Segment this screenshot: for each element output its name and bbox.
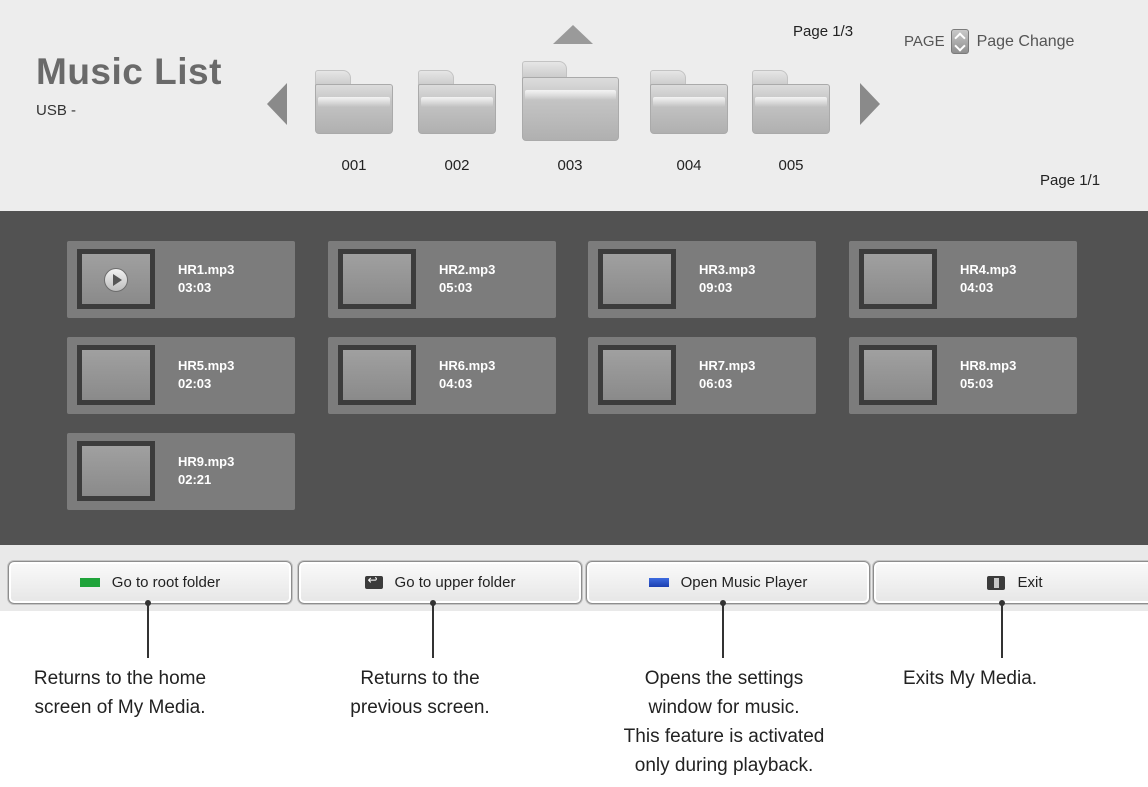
file-name: HR3.mp3 <box>699 262 756 277</box>
file-duration: 05:03 <box>439 280 473 295</box>
folder-label: 001 <box>341 157 367 174</box>
file-name: HR1.mp3 <box>178 262 235 277</box>
button-label: Go to root folder <box>111 574 221 591</box>
music-thumbnail <box>338 345 416 405</box>
callout-exit: Exits My Media. <box>880 664 1060 693</box>
callout-text: This feature is activated <box>623 726 825 747</box>
callout-line <box>147 603 149 658</box>
music-thumbnail <box>77 249 155 309</box>
file-tile[interactable]: HR4.mp3 04:03 <box>849 241 1077 318</box>
folder-label: 004 <box>676 157 702 174</box>
button-label: Exit <box>1017 574 1043 591</box>
callout-text: screen of My Media. <box>34 697 206 718</box>
page-change-hint: PAGE Page Change <box>904 29 1074 54</box>
file-tile[interactable]: HR7.mp3 06:03 <box>588 337 816 414</box>
callout-text: Returns to the <box>360 668 480 689</box>
open-music-player-button[interactable]: Open Music Player <box>586 561 870 604</box>
scroll-up-arrow-icon[interactable] <box>553 25 593 44</box>
music-thumbnail <box>77 345 155 405</box>
file-name: HR7.mp3 <box>699 358 756 373</box>
file-duration: 04:03 <box>960 280 994 295</box>
file-duration: 06:03 <box>699 376 733 391</box>
back-key-icon <box>364 573 383 589</box>
folder-label: 003 <box>557 157 583 174</box>
folder-item[interactable] <box>650 70 728 134</box>
callout-upper-folder: Returns to the previous screen. <box>320 664 520 722</box>
file-tile[interactable]: HR2.mp3 05:03 <box>328 241 556 318</box>
callout-text: Exits My Media. <box>902 668 1038 689</box>
page-title: Music List <box>36 51 222 92</box>
file-duration: 04:03 <box>439 376 473 391</box>
button-label: Open Music Player <box>680 574 808 591</box>
file-duration: 09:03 <box>699 280 733 295</box>
green-key-icon <box>79 578 100 587</box>
file-grid: HR1.mp3 03:03 HR2.mp3 05:03 HR3.mp3 09:0… <box>0 211 1148 545</box>
file-tile[interactable]: HR5.mp3 02:03 <box>67 337 295 414</box>
go-to-upper-folder-button[interactable]: Go to upper folder <box>298 561 582 604</box>
folder-item-selected[interactable] <box>522 61 619 141</box>
callout-line <box>722 603 724 658</box>
folder-item[interactable] <box>418 70 496 134</box>
blue-key-icon <box>648 578 669 587</box>
play-icon <box>104 268 128 292</box>
folder-item[interactable] <box>752 70 830 134</box>
callout-line <box>432 603 434 658</box>
file-name: HR9.mp3 <box>178 454 235 469</box>
file-duration: 05:03 <box>960 376 994 391</box>
file-name: HR4.mp3 <box>960 262 1017 277</box>
music-thumbnail <box>859 345 937 405</box>
button-bar: Go to root folder Go to upper folder Ope… <box>0 545 1148 611</box>
folder-item[interactable] <box>315 70 393 134</box>
callout-music-player: Opens the settings window for music. Thi… <box>584 664 864 780</box>
header: Music List USB - Page 1/3 PAGE Page Chan… <box>0 0 1148 211</box>
callout-root-folder: Returns to the home screen of My Media. <box>0 664 240 722</box>
page-key-label: PAGE <box>904 33 945 50</box>
callout-text: only during playback. <box>634 755 814 776</box>
page-change-label: Page Change <box>976 32 1075 50</box>
file-tile[interactable]: HR6.mp3 04:03 <box>328 337 556 414</box>
exit-key-icon <box>987 575 1006 590</box>
callout-text: previous screen. <box>350 697 490 718</box>
music-thumbnail <box>338 249 416 309</box>
go-to-root-folder-button[interactable]: Go to root folder <box>8 561 292 604</box>
folder-next-arrow-icon[interactable] <box>860 83 880 125</box>
music-thumbnail <box>859 249 937 309</box>
file-name: HR8.mp3 <box>960 358 1017 373</box>
exit-button[interactable]: Exit <box>873 561 1148 604</box>
file-name: HR6.mp3 <box>439 358 496 373</box>
callout-line <box>1001 603 1003 658</box>
folder-prev-arrow-icon[interactable] <box>267 83 287 125</box>
device-path: USB - <box>36 102 77 119</box>
file-tile[interactable]: HR8.mp3 05:03 <box>849 337 1077 414</box>
folder-page-indicator: Page 1/3 <box>793 23 854 40</box>
music-thumbnail <box>77 441 155 501</box>
file-tile[interactable]: HR3.mp3 09:03 <box>588 241 816 318</box>
file-tile[interactable]: HR1.mp3 03:03 <box>67 241 295 318</box>
file-duration: 02:21 <box>178 472 212 487</box>
file-name: HR2.mp3 <box>439 262 496 277</box>
music-thumbnail <box>598 249 676 309</box>
callout-text: Returns to the home <box>33 668 207 689</box>
file-tile[interactable]: HR9.mp3 02:21 <box>67 433 295 510</box>
music-thumbnail <box>598 345 676 405</box>
callout-text: Opens the settings <box>644 668 804 689</box>
folder-label: 005 <box>778 157 804 174</box>
file-name: HR5.mp3 <box>178 358 235 373</box>
file-page-indicator: Page 1/1 <box>1040 172 1101 189</box>
file-duration: 02:03 <box>178 376 212 391</box>
folder-label: 002 <box>444 157 470 174</box>
callout-text: window for music. <box>648 697 800 718</box>
page-updown-icon <box>950 29 969 54</box>
file-duration: 03:03 <box>178 280 212 295</box>
button-label: Go to upper folder <box>394 574 516 591</box>
